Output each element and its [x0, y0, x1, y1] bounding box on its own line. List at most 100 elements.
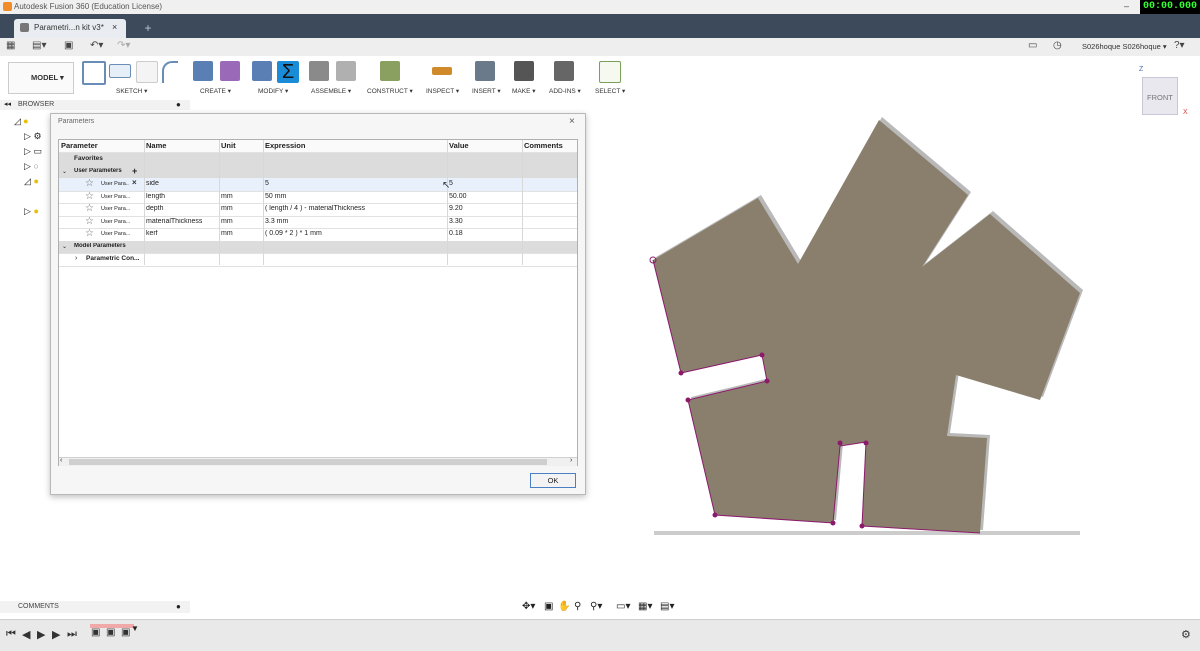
- model-parameters-group-row[interactable]: ⌄ Model Parameters: [59, 240, 577, 254]
- expand-icon[interactable]: ◿: [24, 176, 31, 186]
- file-menu-icon[interactable]: ▤▾: [32, 40, 46, 51]
- play-icon[interactable]: ▶: [37, 628, 45, 641]
- app-grid-icon[interactable]: ▦: [6, 40, 15, 51]
- browser-options-icon[interactable]: ●: [176, 100, 181, 109]
- fillet-sketch-icon[interactable]: [162, 61, 178, 83]
- favorite-star-icon[interactable]: ☆: [85, 203, 94, 214]
- delete-parameter-icon[interactable]: ×: [132, 178, 137, 187]
- viewcube[interactable]: FRONT: [1142, 77, 1178, 115]
- table-row[interactable]: ☆ User Para... kerf mm ( 0.09 * 2 ) * 1 …: [59, 228, 577, 242]
- collapse-browser-icon[interactable]: ◂◂: [4, 100, 11, 108]
- dialog-close-icon[interactable]: ×: [569, 116, 575, 127]
- extrude-feature-icon[interactable]: ▣: [106, 627, 115, 638]
- joint-icon[interactable]: [336, 61, 356, 81]
- sketch-point[interactable]: [759, 352, 765, 358]
- browser-node-bodies[interactable]: ◿ ●: [24, 176, 39, 188]
- browser-node-sketches[interactable]: ▷ ●: [24, 206, 39, 218]
- favorite-star-icon[interactable]: ☆: [85, 216, 94, 227]
- collapse-group-icon[interactable]: ⌄: [62, 168, 67, 175]
- inspect-menu[interactable]: INSPECT ▾: [426, 87, 459, 95]
- expand-icon[interactable]: ▷: [24, 206, 31, 216]
- comments-options-icon[interactable]: ●: [176, 602, 181, 611]
- design-canvas[interactable]: [600, 110, 1120, 550]
- user-parameters-group-row[interactable]: ⌄ User Parameters +: [59, 165, 577, 179]
- table-row[interactable]: ☆ User Para... materialThickness mm 3.3 …: [59, 216, 577, 229]
- param-unit-cell[interactable]: mm: [221, 205, 233, 212]
- param-expression-cell[interactable]: 50 mm: [265, 193, 286, 200]
- add-parameter-button[interactable]: +: [132, 166, 137, 176]
- job-status-icon[interactable]: ▭: [1028, 40, 1037, 51]
- visibility-bulb-icon[interactable]: ●: [23, 116, 28, 126]
- table-row[interactable]: ☆ User Para... depth mm ( length / 4 ) -…: [59, 203, 577, 217]
- measure-icon[interactable]: [432, 67, 452, 75]
- fit-icon[interactable]: ⚲▾: [590, 601, 602, 612]
- undo-icon[interactable]: ↶▾: [90, 40, 103, 51]
- browser-node-settings[interactable]: ▷ ⚙: [24, 131, 42, 143]
- expand-icon[interactable]: ▷: [24, 131, 31, 141]
- ok-button[interactable]: OK: [530, 473, 576, 488]
- zoom-icon[interactable]: ⚲: [574, 601, 581, 612]
- redo-icon[interactable]: ↷▾: [117, 40, 130, 51]
- extrude-icon[interactable]: [193, 61, 213, 81]
- sketch-point[interactable]: [685, 397, 691, 403]
- parameters-dialog[interactable]: Parameters × Parameter Name Unit Express…: [50, 113, 586, 495]
- browser-node-views[interactable]: ▷ ▭: [24, 146, 42, 158]
- change-parameters-icon[interactable]: Σ: [277, 61, 299, 83]
- param-expression-cell[interactable]: ( 0.09 * 2 ) * 1 mm: [265, 230, 322, 237]
- table-row[interactable]: ☆ User Para... × side 5 5: [59, 178, 577, 192]
- help-icon[interactable]: ?▾: [1174, 40, 1185, 51]
- insert-menu[interactable]: INSERT ▾: [472, 87, 501, 95]
- param-unit-cell[interactable]: mm: [221, 218, 233, 225]
- modify-menu[interactable]: MODIFY ▾: [258, 87, 288, 95]
- sketch-point[interactable]: [830, 520, 836, 526]
- addins-menu[interactable]: ADD-INS ▾: [549, 87, 581, 95]
- column-header-expression[interactable]: Expression: [265, 141, 305, 152]
- create-menu[interactable]: CREATE ▾: [200, 87, 231, 95]
- sketch-point[interactable]: [863, 440, 869, 446]
- select-icon[interactable]: [599, 61, 621, 83]
- expand-row-icon[interactable]: ›: [75, 255, 77, 262]
- visibility-bulb-icon[interactable]: ●: [33, 176, 38, 186]
- scripts-addins-icon[interactable]: [554, 61, 574, 81]
- param-expression-cell[interactable]: 5: [265, 180, 269, 187]
- rectangle-icon[interactable]: [109, 64, 131, 78]
- create-sketch-icon[interactable]: [82, 61, 106, 85]
- display-settings-icon[interactable]: ▭▾: [616, 601, 630, 612]
- new-tab-button[interactable]: +: [140, 21, 156, 35]
- new-component-icon[interactable]: [309, 61, 329, 81]
- favorite-star-icon[interactable]: ☆: [85, 178, 94, 189]
- scroll-right-icon[interactable]: ›: [570, 457, 572, 464]
- browser-node-origin[interactable]: ▷ ○: [24, 161, 39, 173]
- parametric-component-row[interactable]: › Parametric Con...: [59, 253, 577, 267]
- favorite-star-icon[interactable]: ☆: [85, 228, 94, 239]
- expand-icon[interactable]: ▷: [24, 161, 31, 171]
- select-menu[interactable]: SELECT ▾: [595, 87, 625, 95]
- sketch-feature-icon[interactable]: ▣: [121, 627, 130, 638]
- column-header-value[interactable]: Value: [449, 141, 469, 152]
- workspace-switcher[interactable]: MODEL ▾: [8, 62, 74, 94]
- column-header-parameter[interactable]: Parameter: [61, 141, 98, 152]
- viewports-icon[interactable]: ▤▾: [660, 601, 674, 612]
- param-expression-cell[interactable]: 3.3 mm: [265, 218, 288, 225]
- look-at-icon[interactable]: ▣: [544, 601, 553, 612]
- sketch-feature-icon[interactable]: ▣: [91, 627, 100, 638]
- sketch-point[interactable]: [837, 440, 843, 446]
- browser-root-node[interactable]: ◿ ●: [14, 116, 29, 128]
- 3d-print-icon[interactable]: [514, 61, 534, 81]
- horizontal-scrollbar[interactable]: ‹ ›: [59, 457, 577, 466]
- mirror-icon[interactable]: [136, 61, 158, 83]
- param-name-cell[interactable]: length: [146, 193, 165, 200]
- history-clock-icon[interactable]: ◷: [1053, 40, 1062, 51]
- press-pull-icon[interactable]: [252, 61, 272, 81]
- expand-icon[interactable]: ▷: [24, 146, 31, 156]
- user-menu[interactable]: S026hoque S026hoque ▾: [1082, 42, 1167, 51]
- step-back-icon[interactable]: ◀: [22, 628, 30, 641]
- offset-plane-icon[interactable]: [380, 61, 400, 81]
- column-header-name[interactable]: Name: [146, 141, 166, 152]
- param-name-cell[interactable]: depth: [146, 205, 164, 212]
- part-body[interactable]: [653, 120, 1080, 533]
- param-name-cell[interactable]: materialThickness: [146, 218, 202, 225]
- browser-panel-header[interactable]: ◂◂ BROWSER ●: [0, 100, 190, 110]
- comments-panel-header[interactable]: COMMENTS ●: [0, 601, 190, 613]
- orbit-icon[interactable]: ✥▾: [522, 601, 535, 612]
